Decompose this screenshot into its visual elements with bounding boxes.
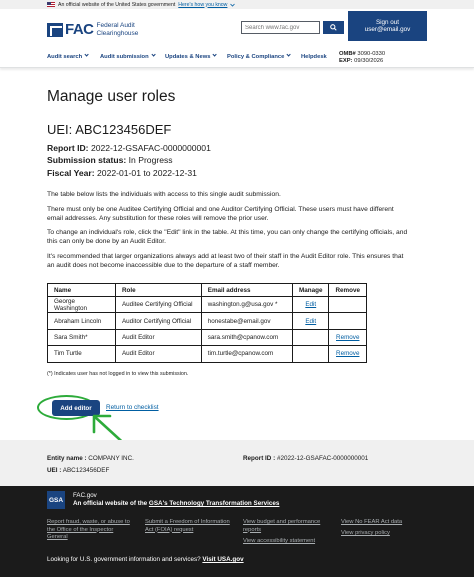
submission-meta: Report ID: 2022-12-GSAFAC-0000000001 Sub… [47,142,211,179]
footer-official-text: An official website of the GSA's Technol… [73,500,280,507]
user-name: George Washington [47,295,116,314]
manage-cell: Edit [292,312,330,330]
user-role: Auditor Certifying Official [114,312,202,330]
footer-link-budget[interactable]: View budget and performance reports [243,519,335,534]
footer-link-no-fear[interactable]: View No FEAR Act data [341,519,431,527]
recommendation-paragraph: It's recommended that larger organizatio… [47,253,404,269]
summary-uei: UEI : ABC123456DEF [47,467,110,474]
logo-short: FAC [65,21,94,38]
logo-name: Federal Audit Clearinghouse [96,22,139,37]
column-header-role: Role [114,283,202,297]
uei-heading: UEI: ABC123456DEF [47,122,172,137]
user-role: Audit Editor [114,328,202,347]
edit-role-paragraph: To change an individual's role, click th… [47,229,408,245]
page-title: Manage user roles [47,88,176,105]
user-email: honestabe@email.gov [200,312,294,330]
remove-cell: Remove [328,345,367,363]
remove-link[interactable]: Remove [336,334,359,341]
user-email: washington.g@usa.gov * [200,295,294,314]
nav-policy-compliance[interactable]: Policy & Compliance [227,52,292,60]
footer-link-fraud[interactable]: Report fraud, waste, or abuse to the Off… [47,519,133,542]
nav-audit-search[interactable]: Audit search [47,52,89,60]
omb-info: OMB# 3090-0330 EXP: 09/30/2026 [339,51,386,64]
table-row: Sara Smith* Audit Editor sara.smith@cpan… [47,328,367,347]
search-icon [330,24,337,31]
tts-link[interactable]: GSA's Technology Transformation Services [149,500,280,507]
column-header-email: Email address [200,283,294,297]
submission-summary: Entity name : COMPANY INC. UEI : ABC1234… [0,440,474,486]
user-role: Audit Editor [114,345,202,363]
summary-report-id: Report ID : #2022-12-GSAFAC-0000000001 [243,455,369,462]
edit-link[interactable]: Edit [305,301,316,308]
remove-cell: Remove [328,328,367,347]
column-header-name: Name [47,283,116,297]
table-header-row: Name Role Email address Manage Remove [47,283,367,297]
user-email: sara.smith@cpanow.com [200,328,294,347]
nav-helpdesk[interactable]: Helpdesk [301,54,327,60]
manage-cell [292,345,330,363]
user-name: Tim Turtle [47,345,116,363]
chevron-down-icon [286,52,292,58]
gsa-logo[interactable]: GSA [47,491,65,509]
remove-link[interactable]: Remove [336,350,359,357]
footer-site-name: FAC.gov [73,492,97,499]
fac-logo-icon [47,22,63,37]
gov-banner-text: An official website of the United States… [58,1,176,8]
user-email: user@email.gov [364,26,411,33]
main-nav: Audit search Audit submission Updates & … [0,49,474,68]
user-name: Sara Smith* [47,328,116,347]
manage-cell [292,328,330,347]
search-input[interactable] [241,21,320,34]
return-to-checklist-link[interactable]: Return to checklist [106,404,159,411]
chevron-down-icon[interactable] [230,3,236,7]
site-header: FAC Federal Audit Clearinghouse Sign out… [0,9,474,49]
remove-cell [328,312,367,330]
us-flag-icon [47,2,55,7]
summary-entity: Entity name : COMPANY INC. [47,455,134,462]
footer-link-accessibility[interactable]: View accessibility statement [243,538,335,546]
gov-banner: An official website of the United States… [0,0,474,9]
intro-paragraph: The table below lists the individuals wi… [47,191,281,198]
chevron-down-icon [150,52,156,58]
edit-link[interactable]: Edit [305,318,316,325]
site-search [241,21,344,34]
site-footer: GSA FAC.gov An official website of the G… [0,486,474,577]
table-row: Tim Turtle Audit Editor tim.turtle@cpano… [47,345,367,363]
column-header-remove: Remove [328,283,367,297]
user-roles-table: Name Role Email address Manage Remove Ge… [47,283,367,363]
table-row: George Washington Auditee Certifying Off… [47,295,367,314]
report-id: Report ID: 2022-12-GSAFAC-0000000001 [47,143,211,153]
visit-usagov-link[interactable]: Visit USA.gov [202,556,243,563]
submission-status: Submission status: In Progress [47,155,173,166]
sign-out-label: Sign out [375,18,400,26]
user-role: Auditee Certifying Official [114,295,202,314]
manage-cell: Edit [292,295,330,314]
sign-out-button[interactable]: Sign out user@email.gov [348,11,427,41]
heres-how-you-know-link[interactable]: Here's how you know [178,2,227,8]
footer-link-privacy[interactable]: View privacy policy [341,530,431,538]
chevron-down-icon [212,52,218,58]
user-name: Abraham Lincoln [47,312,116,330]
table-footnote: (*) Indicates user has not logged in to … [47,371,189,377]
user-email: tim.turtle@cpanow.com [200,345,294,363]
column-header-manage: Manage [292,283,330,297]
remove-cell [328,295,367,314]
chevron-down-icon [84,52,89,58]
officials-paragraph: There must only be one Auditee Certifyin… [47,206,394,222]
search-button[interactable] [323,21,344,34]
footer-link-foia[interactable]: Submit a Freedom of Information Act (FOI… [145,519,235,534]
fiscal-year: Fiscal Year: 2022-01-01 to 2022-12-31 [47,167,197,178]
table-row: Abraham Lincoln Auditor Certifying Offic… [47,312,367,330]
footer-usagov: Looking for U.S. government information … [47,556,244,563]
nav-updates-news[interactable]: Updates & News [165,52,218,60]
nav-audit-submission[interactable]: Audit submission [100,52,156,60]
fac-logo[interactable]: FAC Federal Audit Clearinghouse [47,21,138,38]
